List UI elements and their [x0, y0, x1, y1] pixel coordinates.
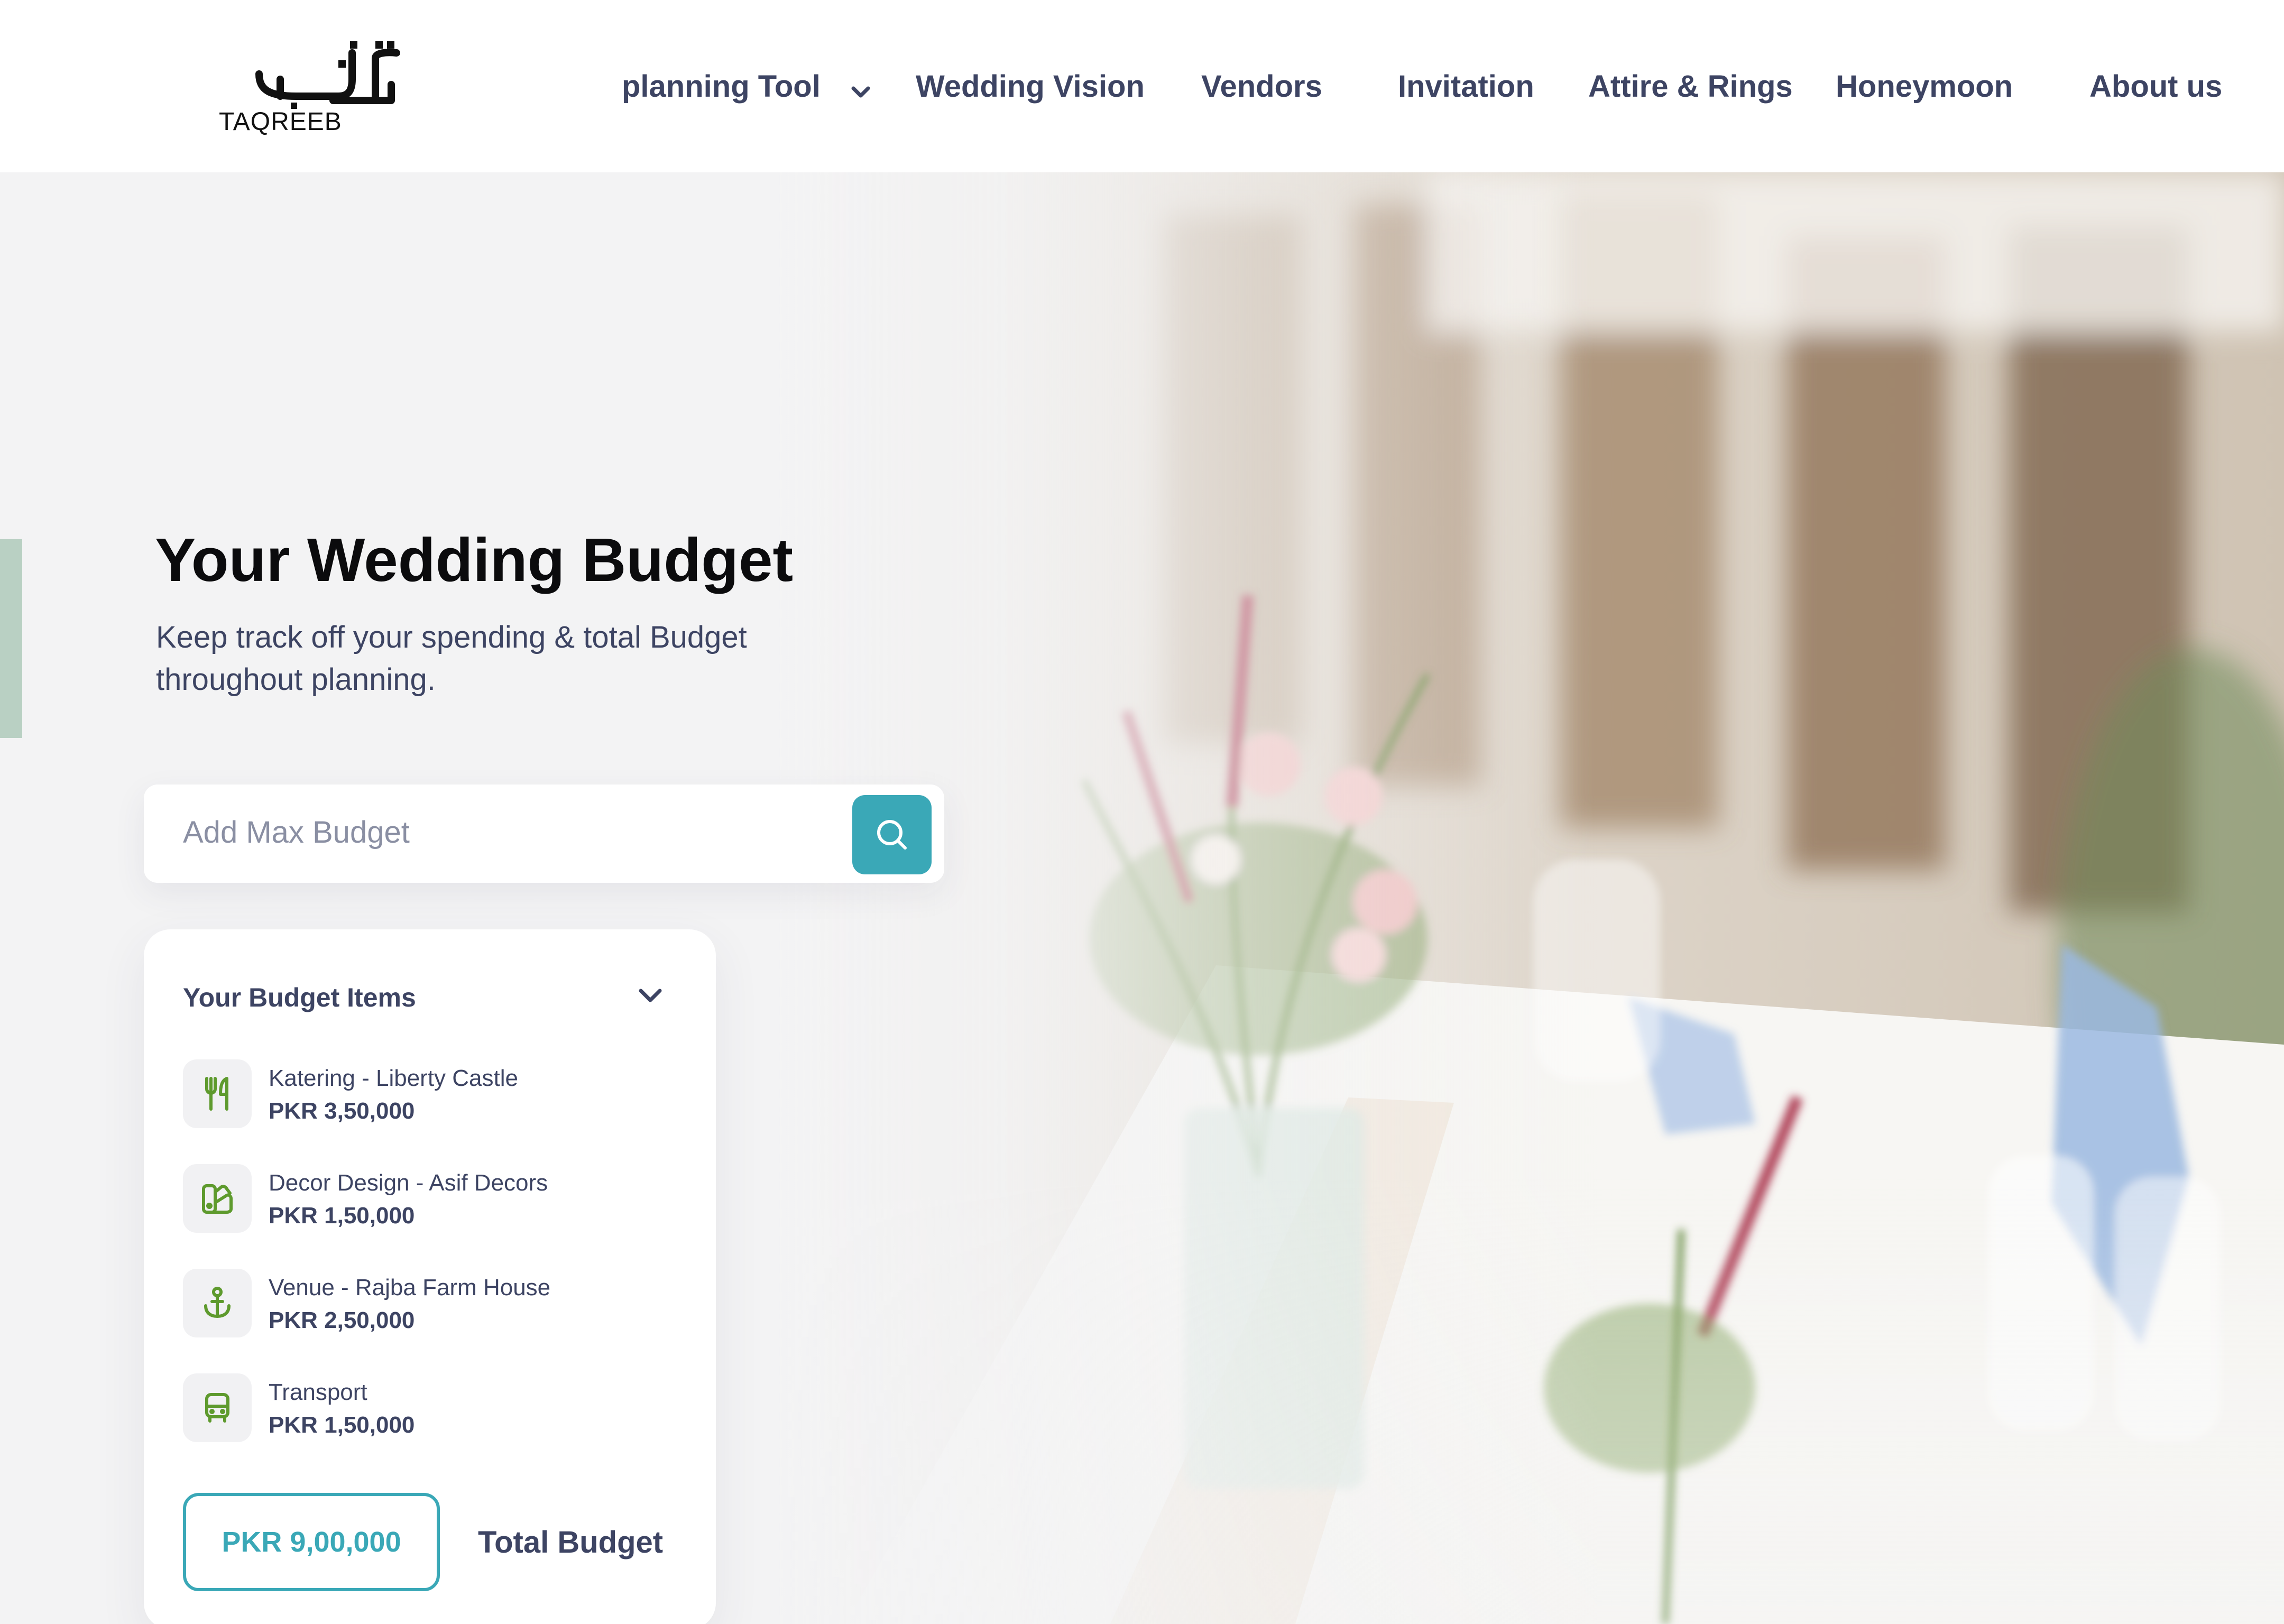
bus-icon [183, 1373, 252, 1442]
top-navigation: TAQREEB planning Tool Wedding Vision Ven… [0, 0, 2284, 172]
chevron-down-icon [850, 68, 871, 110]
logo-calligraphy-icon [255, 41, 400, 109]
nav-invitation[interactable]: Invitation [1398, 66, 1534, 108]
cutlery-icon [183, 1059, 252, 1128]
budget-item[interactable]: Katering - Liberty Castle PKR 3,50,000 [183, 1059, 659, 1128]
nav-planning-tool[interactable]: planning Tool [622, 66, 871, 110]
nav-honeymoon[interactable]: Honeymoon [1836, 66, 2013, 108]
budget-item-name: Katering - Liberty Castle [269, 1065, 518, 1091]
budget-item-price: PKR 1,50,000 [269, 1203, 415, 1229]
max-budget-search [144, 785, 944, 883]
budget-item[interactable]: Decor Design - Asif Decors PKR 1,50,000 [183, 1164, 659, 1233]
palette-icon [183, 1164, 252, 1233]
budget-item-name: Transport [269, 1379, 367, 1405]
budget-item-price: PKR 1,50,000 [269, 1412, 415, 1438]
search-button[interactable] [852, 795, 932, 874]
logo-wordmark: TAQREEB [219, 108, 342, 136]
budget-item-name: Venue - Rajba Farm House [269, 1275, 551, 1300]
budget-items-card: Your Budget Items Katering - Liberty Cas… [144, 929, 716, 1624]
page-subtitle: Keep track off your spending & total Bud… [156, 620, 747, 697]
nav-wedding-vision[interactable]: Wedding Vision [916, 66, 1145, 108]
page-title: Your Wedding Budget [155, 525, 794, 594]
side-accent-bar [0, 539, 22, 738]
budget-item[interactable]: Transport PKR 1,50,000 [183, 1373, 659, 1442]
collapse-toggle[interactable] [637, 984, 664, 1008]
nav-about-us[interactable]: About us [2089, 66, 2222, 108]
search-icon [877, 820, 907, 850]
chevron-down-icon [639, 989, 662, 1002]
total-budget-value[interactable]: PKR 9,00,000 [183, 1493, 440, 1591]
nav-planning-tool-label: planning Tool [622, 69, 821, 104]
budget-item[interactable]: Venue - Rajba Farm House PKR 2,50,000 [183, 1269, 659, 1337]
budget-item-price: PKR 2,50,000 [269, 1307, 415, 1333]
budget-item-price: PKR 3,50,000 [269, 1098, 415, 1124]
taqreeb-logo[interactable]: TAQREEB [217, 37, 428, 137]
nav-attire-rings[interactable]: Attire & Rings [1588, 66, 1793, 108]
budget-items-title: Your Budget Items [183, 983, 416, 1012]
budget-item-name: Decor Design - Asif Decors [269, 1170, 548, 1196]
max-budget-input[interactable] [183, 806, 817, 859]
hero-section: Your Wedding Budget Keep track off your … [0, 172, 2284, 1624]
total-budget-label: Total Budget [478, 1525, 664, 1560]
anchor-icon [183, 1269, 252, 1337]
nav-vendors[interactable]: Vendors [1201, 66, 1322, 108]
